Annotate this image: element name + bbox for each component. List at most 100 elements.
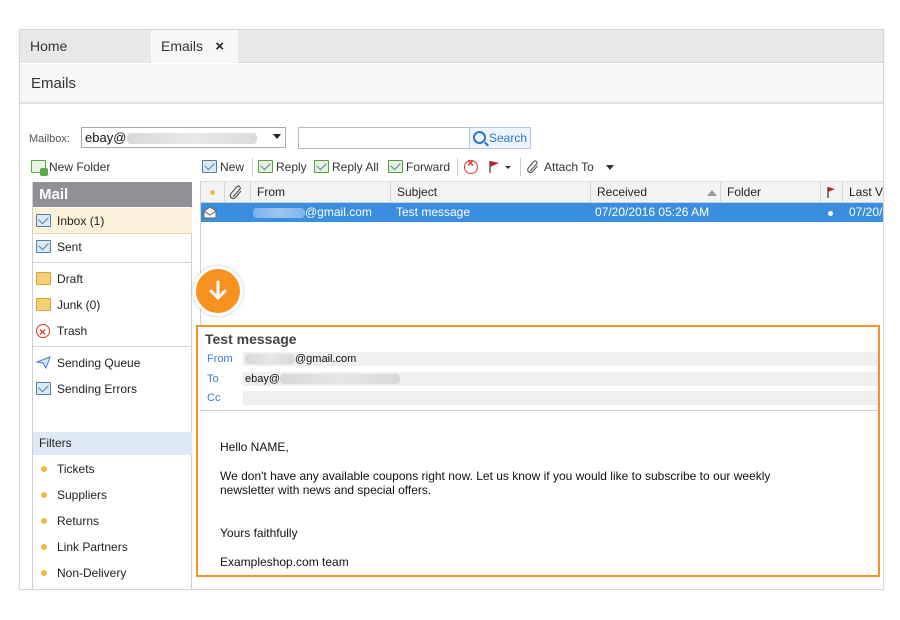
flag-button[interactable] (487, 159, 517, 175)
from-label: From (207, 353, 233, 365)
delete-icon (464, 155, 478, 174)
flag-icon (827, 187, 835, 198)
page-title: Emails (31, 75, 77, 92)
sidebar-filter-suppliers[interactable]: Suppliers (33, 482, 192, 508)
body-line: Hello NAME, (220, 440, 289, 454)
delete-button[interactable] (464, 155, 480, 175)
mailbox-select[interactable]: ebay@ (81, 127, 286, 148)
column-received[interactable]: Received (591, 182, 721, 203)
folder-icon (36, 272, 51, 285)
column-from[interactable]: From (251, 182, 391, 203)
toolbar-divider (457, 158, 458, 176)
chevron-down-icon[interactable] (273, 134, 281, 139)
bullet-icon (41, 466, 47, 472)
sidebar-divider (33, 262, 192, 263)
page-header: Emails (20, 64, 883, 104)
mailbox-value: ebay@ (85, 130, 127, 145)
toolbar-divider (520, 158, 521, 176)
mailbox-label: Mailbox: (29, 133, 70, 145)
message-list: From Subject Received Folder Last Viewed (200, 181, 883, 326)
open-envelope-icon (203, 206, 217, 219)
row-from: @gmail.com (305, 205, 372, 219)
preview-subject: Test message (205, 331, 297, 347)
search-button-label: Search (489, 131, 528, 145)
sidebar-filter-link-partners[interactable]: Link Partners (33, 534, 192, 560)
sidebar-item-sending-errors[interactable]: Sending Errors (33, 376, 192, 402)
new-folder-icon (31, 160, 48, 176)
tab-bar: Home Dashboard Emails × (20, 30, 883, 87)
download-badge[interactable] (193, 266, 243, 316)
column-folder[interactable]: Folder (721, 182, 821, 203)
to-value: ebay@ (243, 372, 878, 386)
column-flag[interactable] (821, 182, 843, 203)
error-envelope-icon (36, 382, 51, 395)
sidebar-item-trash[interactable]: Trash (33, 318, 192, 345)
redacted-text (280, 374, 401, 385)
trash-icon (36, 319, 50, 345)
inbox-icon (36, 214, 51, 227)
chevron-down-icon (606, 165, 614, 170)
cc-label: Cc (207, 392, 221, 404)
sidebar: Mail Inbox (1) Sent Draft Junk (0) Trash (32, 182, 192, 589)
column-attachment[interactable] (225, 182, 251, 203)
sidebar-divider (33, 346, 192, 347)
envelope-icon (202, 160, 217, 173)
body-line: We don't have any available coupons righ… (220, 469, 771, 483)
body-line: newsletter with news and special offers. (220, 483, 432, 497)
reply-icon (258, 160, 273, 173)
email-body: Hello NAME, We don't have any available … (200, 410, 878, 575)
email-preview: Test message From @gmail.com To ebay@ Cc… (196, 325, 880, 577)
flag-icon (489, 161, 511, 173)
column-unread[interactable] (201, 182, 225, 203)
sidebar-filter-tickets[interactable]: Tickets (33, 456, 192, 482)
sidebar-filter-non-delivery[interactable]: Non-Delivery (33, 560, 192, 586)
body-line: Exampleshop.com team (220, 555, 349, 569)
redacted-text (245, 354, 295, 365)
unread-dot-icon (210, 190, 215, 195)
row-folder (725, 203, 820, 222)
close-icon[interactable]: × (215, 30, 224, 63)
forward-icon (388, 160, 403, 173)
row-subject: Test message (396, 205, 471, 219)
search-button[interactable]: Search (469, 127, 531, 149)
tab-emails[interactable]: Emails × (151, 30, 238, 63)
sidebar-item-draft[interactable]: Draft (33, 266, 192, 292)
bullet-icon (41, 544, 47, 550)
sent-icon (36, 240, 51, 253)
sidebar-item-sent[interactable]: Sent (33, 234, 192, 260)
read-dot-icon (828, 211, 833, 216)
paper-plane-icon (36, 356, 51, 369)
toolbar-divider (252, 158, 253, 176)
sidebar-item-junk[interactable]: Junk (0) (33, 292, 192, 318)
reply-all-icon (314, 160, 329, 173)
tab-home-dashboard[interactable]: Home Dashboard (20, 30, 149, 87)
sidebar-item-sending-queue[interactable]: Sending Queue (33, 350, 192, 376)
column-last-viewed[interactable]: Last Viewed (843, 182, 883, 203)
from-value: @gmail.com (243, 352, 878, 366)
folder-icon (36, 298, 51, 311)
message-list-header: From Subject Received Folder Last Viewed (201, 181, 883, 203)
bullet-icon (41, 518, 47, 524)
tab-label: Emails (161, 38, 204, 54)
sidebar-filter-returns[interactable]: Returns (33, 508, 192, 534)
body-line: Yours faithfully (220, 526, 298, 540)
search-icon (473, 131, 486, 144)
table-row[interactable]: @gmail.com Test message 07/20/2016 05:26… (201, 203, 883, 222)
filters-section-header: Filters (33, 432, 192, 455)
paperclip-icon (229, 185, 242, 199)
mail-section-header: Mail (33, 182, 192, 207)
to-label: To (207, 373, 219, 385)
redacted-text (127, 133, 258, 145)
column-subject[interactable]: Subject (391, 182, 591, 203)
search-input[interactable] (298, 127, 471, 149)
row-last-viewed: 07/20/2016 (849, 205, 883, 219)
sidebar-item-inbox[interactable]: Inbox (1) (33, 208, 192, 234)
cc-value (243, 391, 878, 405)
paperclip-icon (527, 160, 539, 173)
sort-ascending-icon (707, 190, 717, 196)
plus-icon (40, 168, 48, 176)
row-received: 07/20/2016 05:26 AM (595, 205, 710, 219)
bullet-icon (41, 570, 47, 576)
redacted-text (253, 208, 305, 218)
arrow-down-icon (209, 280, 227, 300)
